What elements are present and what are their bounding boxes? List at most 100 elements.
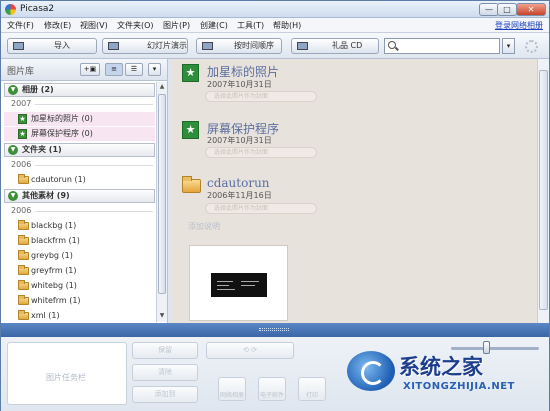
library-scrollbar[interactable]: ▲ ▼ (156, 82, 167, 322)
star-album-icon: ★ (18, 114, 27, 124)
album-cover-pill[interactable]: 选择此照片作为封面 (205, 203, 317, 214)
window-title: Picasa2 (20, 4, 55, 14)
album-date: 2007年10月31日 (207, 80, 272, 89)
import-button[interactable]: 导入 (7, 38, 97, 54)
cd-icon (297, 42, 308, 50)
thumbnail-image (211, 273, 267, 297)
scroll-up-icon[interactable]: ▲ (158, 83, 166, 92)
collapse-toggle-icon[interactable]: ▼ (8, 85, 18, 95)
collapse-toggle-icon[interactable]: ▼ (8, 191, 18, 201)
tray-grip-icon[interactable] (259, 328, 289, 331)
timeline-icon (202, 42, 213, 50)
library-scroll-thumb[interactable] (158, 94, 166, 294)
year-label: 2006 (11, 160, 32, 169)
album-title-cdautorun[interactable]: cdautorun (207, 176, 270, 190)
group-other-header[interactable]: ▼ 其他素材 (9) (4, 189, 155, 203)
library-title: 图片库 (7, 67, 35, 77)
picasa-window: Picasa2 — □ ✕ 文件(F) 修改(E) 视图(V) 文件夹(O) 图… (0, 0, 550, 411)
menu-help[interactable]: 帮助(H) (273, 20, 301, 31)
album-scroll-thumb[interactable] (539, 70, 548, 310)
menu-picture[interactable]: 图片(P) (163, 20, 190, 31)
menu-edit[interactable]: 修改(E) (44, 20, 71, 31)
folder-icon (18, 265, 29, 275)
collapse-toggle-icon[interactable]: ▼ (8, 145, 18, 155)
album-date: 2007年10月31日 (207, 136, 272, 145)
menu-bar: 文件(F) 修改(E) 视图(V) 文件夹(O) 图片(P) 创建(C) 工具(… (1, 18, 549, 33)
search-input[interactable] (384, 38, 500, 54)
album-scrollbar[interactable] (537, 59, 549, 323)
add-caption-link[interactable]: 添加说明 (188, 221, 220, 232)
folder-item-greybg[interactable]: greybg (1) (4, 249, 155, 263)
menu-view[interactable]: 视图(V) (80, 20, 108, 31)
folder-item-cdautorun[interactable]: cdautorun (1) (4, 173, 155, 187)
menu-create[interactable]: 创建(C) (200, 20, 228, 31)
timeline-button[interactable]: 按时间顺序 (196, 38, 282, 54)
minimize-button[interactable]: — (479, 3, 499, 16)
menu-file[interactable]: 文件(F) (7, 20, 34, 31)
email-tool[interactable]: 电子邮件 (258, 377, 286, 401)
year-divider (35, 104, 153, 105)
picture-tray-box: 图片任务栏 (7, 342, 127, 405)
folder-icon (182, 176, 201, 193)
flat-view-button[interactable]: ≡ (105, 63, 123, 76)
folder-icon (18, 220, 29, 230)
web-albums-login-link[interactable]: 登录网络相册 (495, 20, 543, 31)
photo-thumbnail[interactable] (189, 245, 288, 321)
library-menu-button[interactable]: ▾ (148, 63, 161, 76)
year-divider (35, 165, 153, 166)
star-album-icon: ★ (182, 121, 199, 139)
album-item-starred[interactable]: ★ 加星标的照片 (0) (4, 112, 155, 126)
album-cover-pill[interactable]: 选择此照片作为封面 (205, 91, 317, 102)
watermark-english: XITONGZHIJIA.NET (403, 381, 515, 392)
folder-icon (18, 174, 29, 184)
folder-item-blackfrm[interactable]: blackfrm (1) (4, 234, 155, 248)
group-albums-header[interactable]: ▼ 相册 (2) (4, 83, 155, 97)
web-album-tool[interactable]: 网络相册 (218, 377, 246, 401)
maximize-button[interactable]: □ (497, 3, 517, 16)
album-item-screensaver[interactable]: ★ 屏幕保护程序 (0) (4, 127, 155, 141)
library-header: 图片库 +▣ ≡ ☰ ▾ (1, 59, 167, 81)
web-album-label: 网络相册 (219, 392, 244, 399)
scroll-down-icon[interactable]: ▼ (158, 312, 166, 321)
camera-import-icon (13, 42, 24, 50)
folder-item-whitebg[interactable]: whitebg (1) (4, 279, 155, 293)
gift-cd-button[interactable]: 礼品 CD (291, 38, 379, 54)
folder-icon (18, 235, 29, 245)
add-folder-button[interactable]: +▣ (80, 63, 100, 76)
search-dropdown-button[interactable]: ▾ (502, 38, 515, 54)
clear-button[interactable]: 清除 (132, 364, 198, 381)
menu-folder[interactable]: 文件夹(O) (117, 20, 154, 31)
tree-view-button[interactable]: ☰ (125, 63, 143, 76)
rotate-toolbar[interactable]: ⟲ ⟳ (206, 342, 294, 359)
album-title-starred[interactable]: 加星标的照片 (207, 63, 279, 80)
tray-toggle-bar[interactable] (1, 323, 549, 337)
watermark: 系统之家 XITONGZHIJIA.NET (347, 347, 547, 409)
hold-button[interactable]: 保留 (132, 342, 198, 359)
tray-placeholder: 图片任务栏 (46, 373, 86, 382)
folder-icon (18, 250, 29, 260)
slideshow-button[interactable]: 幻灯片演示 (102, 38, 188, 54)
title-bar[interactable]: Picasa2 — □ ✕ (1, 1, 549, 18)
group-folders-header[interactable]: ▼ 文件夹 (1) (4, 143, 155, 157)
library-panel: 图片库 +▣ ≡ ☰ ▾ ▼ 相册 (2) 2007 ★ 加星标的照片 (0) … (1, 59, 168, 323)
folder-icon (18, 295, 29, 305)
year-divider (35, 211, 153, 212)
year-label: 2006 (11, 206, 32, 215)
year-label: 2007 (11, 99, 32, 108)
folder-item-blackbg[interactable]: blackbg (1) (4, 219, 155, 233)
close-button[interactable]: ✕ (516, 3, 546, 16)
album-cover-pill[interactable]: 选择此照片作为封面 (205, 147, 317, 158)
album-date: 2006年11月16日 (207, 191, 272, 200)
menu-tools[interactable]: 工具(T) (237, 20, 264, 31)
folder-item-whitefrm[interactable]: whitefrm (1) (4, 294, 155, 308)
add-to-button[interactable]: 添加到 (132, 386, 198, 403)
email-label: 电子邮件 (259, 392, 284, 399)
folder-icon (18, 280, 29, 290)
search-icon (388, 41, 396, 49)
toolbar: 导入 幻灯片演示 按时间顺序 礼品 CD ▾ (1, 33, 549, 59)
slideshow-icon (108, 42, 119, 50)
print-tool[interactable]: 打印 (298, 377, 326, 401)
watermark-chinese: 系统之家 (399, 355, 483, 379)
folder-item-xml[interactable]: xml (1) (4, 309, 155, 323)
folder-item-greyfrm[interactable]: greyfrm (1) (4, 264, 155, 278)
